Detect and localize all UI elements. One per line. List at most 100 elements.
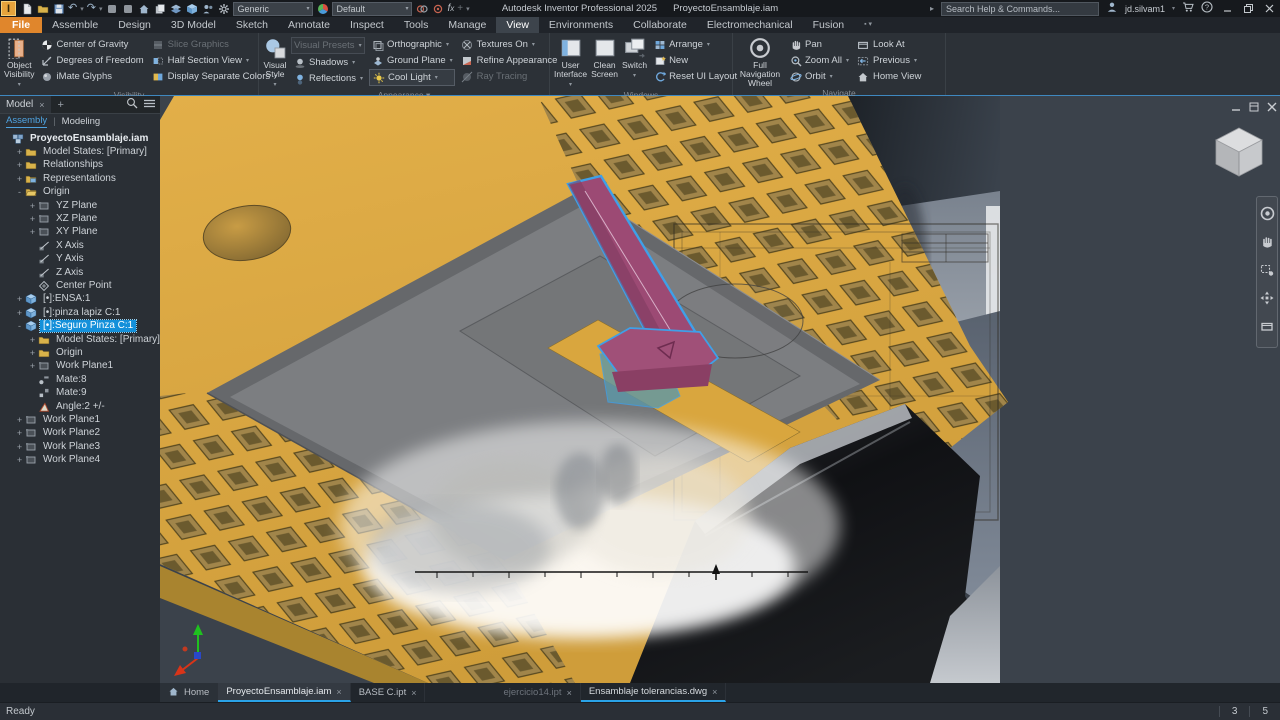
ribbon-tab-sketch[interactable]: Sketch [226, 17, 278, 33]
expand-icon[interactable]: + [28, 335, 37, 345]
ribbon-tab-design[interactable]: Design [108, 17, 161, 33]
expand-icon[interactable]: + [15, 308, 24, 318]
tree-item-z-axis[interactable]: Z Axis [0, 266, 160, 279]
collapse-icon[interactable]: - [15, 321, 24, 331]
home-view-button[interactable]: Home View [855, 69, 923, 84]
tree-item-origin[interactable]: -Origin [0, 186, 160, 199]
ground-plane-button[interactable]: Ground Plane▾ [369, 53, 455, 68]
tree-item-origin[interactable]: +Origin [0, 346, 160, 359]
tree-item-work-plane4[interactable]: +Work Plane4 [0, 453, 160, 466]
redo-icon[interactable] [121, 2, 134, 15]
ribbon-tab-annotate[interactable]: Annotate [278, 17, 340, 33]
previous-button[interactable]: Previous▾ [855, 53, 923, 68]
tree-item-work-plane2[interactable]: +Work Plane2 [0, 427, 160, 440]
expand-icon[interactable]: + [15, 147, 24, 157]
viewport-3d[interactable] [160, 96, 1280, 683]
zoom-window-icon[interactable] [1260, 263, 1274, 282]
look-at-button[interactable]: Look At [855, 37, 923, 52]
look-at-icon[interactable] [1260, 319, 1274, 338]
ribbon-tab-assemble[interactable]: Assemble [42, 17, 108, 33]
tab-close-icon[interactable]: × [567, 688, 572, 698]
tree-item-model-states-primary-[interactable]: +Model States: [Primary] [0, 333, 160, 346]
component-icon[interactable] [185, 2, 198, 15]
tree-item-yz-plane[interactable]: +YZ Plane [0, 199, 160, 212]
orbit-icon[interactable] [1260, 291, 1274, 310]
cool-light-button[interactable]: Cool Light▾ [369, 69, 455, 86]
arrange-button[interactable]: Arrange▾ [651, 37, 739, 52]
tab-close-icon[interactable]: × [336, 687, 341, 697]
object-visibility-button[interactable]: Object Visibility ▾ [4, 36, 35, 90]
ribbon-tab-environments[interactable]: Environments [539, 17, 623, 33]
nav-wheel-icon[interactable] [1260, 206, 1275, 226]
tree-item-mate-8[interactable]: Mate:8 [0, 373, 160, 386]
home-small-icon[interactable] [137, 2, 150, 15]
expand-icon[interactable]: + [15, 455, 24, 465]
pan-icon[interactable] [1260, 235, 1274, 254]
zoom-all-button[interactable]: Zoom All▾ [787, 53, 851, 68]
doc-restore-button[interactable] [1249, 99, 1259, 117]
collapse-icon[interactable]: - [15, 187, 24, 197]
tab-close-icon[interactable]: × [712, 687, 717, 697]
degrees-of-freedom-button[interactable]: Degrees of Freedom [39, 53, 146, 68]
color-wheel-icon[interactable] [316, 2, 329, 15]
ribbon-tab-file[interactable]: File [0, 17, 42, 33]
user-dropdown-icon[interactable]: ▾ [1172, 5, 1175, 12]
browser-add-tab-button[interactable]: + [51, 99, 71, 111]
tab-close-icon[interactable]: × [411, 688, 416, 698]
tree-item-x-axis[interactable]: X Axis [0, 239, 160, 252]
user-name[interactable]: jd.silvam1 [1125, 4, 1165, 14]
expand-icon[interactable]: + [15, 415, 24, 425]
undo-icon[interactable]: ↶ [68, 2, 77, 15]
layers-icon[interactable] [169, 2, 182, 15]
tree-item-y-axis[interactable]: Y Axis [0, 253, 160, 266]
material-combo[interactable]: Generic▾ [233, 2, 313, 16]
qat-customize-icon[interactable]: ▾ [466, 5, 470, 13]
orbit-button[interactable]: Orbit▾ [787, 69, 851, 84]
doc-close-button[interactable] [1267, 99, 1277, 117]
new-button[interactable]: New [651, 53, 739, 68]
restore-button[interactable] [1241, 2, 1255, 15]
expand-icon[interactable]: + [15, 160, 24, 170]
expand-icon[interactable]: + [15, 174, 24, 184]
tree-item-relationships[interactable]: +Relationships [0, 159, 160, 172]
clean-screen-button[interactable]: Clean Screen [591, 36, 618, 79]
expand-icon[interactable]: + [28, 361, 37, 371]
browser-subtab-modeling[interactable]: Modeling [62, 116, 101, 127]
tree-item-xz-plane[interactable]: +XZ Plane [0, 212, 160, 225]
browser-subtab-assembly[interactable]: Assembly [6, 115, 47, 128]
adjust-icon[interactable] [415, 2, 428, 15]
open-folder-icon[interactable] [36, 2, 49, 15]
ribbon-tab-collaborate[interactable]: Collaborate [623, 17, 697, 33]
full-navigation-wheel-button[interactable]: Full Navigation Wheel [737, 36, 783, 88]
expand-icon[interactable]: + [28, 348, 37, 358]
tree-item-proyectoensamblaje-iam[interactable]: ProyectoEnsamblaje.iam [0, 132, 160, 145]
tree-item-representations[interactable]: +Representations [0, 172, 160, 185]
save-icon[interactable] [52, 2, 65, 15]
tree-item-mate-9[interactable]: Mate:9 [0, 386, 160, 399]
undo-icon[interactable] [105, 2, 118, 15]
refine-appearance-button[interactable]: Refine Appearance [459, 53, 560, 68]
search-icon[interactable] [126, 97, 138, 112]
reset-ui-layout-button[interactable]: Reset UI Layout [651, 69, 739, 84]
gear-icon[interactable] [217, 2, 230, 15]
doc-tab-ensamblaje-tolerancias-dwg[interactable]: Ensamblaje tolerancias.dwg× [581, 683, 727, 702]
hamburger-menu-icon[interactable] [144, 99, 155, 111]
ribbon-tab-3d-model[interactable]: 3D Model [161, 17, 226, 33]
ribbon-tab-tools[interactable]: Tools [394, 17, 439, 33]
flyout-arrow-icon[interactable]: ▸ [930, 4, 934, 13]
ribbon-tab-electromechanical[interactable]: Electromechanical [697, 17, 803, 33]
tree-item-work-plane3[interactable]: +Work Plane3 [0, 440, 160, 453]
adjust2-icon[interactable] [431, 2, 444, 15]
pan-button[interactable]: Pan [787, 37, 851, 52]
orthographic-button[interactable]: Orthographic▾ [369, 37, 455, 52]
tree-item-center-point[interactable]: Center Point [0, 279, 160, 292]
redo-icon[interactable]: ↷ [87, 2, 96, 15]
help-icon[interactable]: ? [1201, 1, 1213, 16]
parameters-fx-icon[interactable]: fx [447, 3, 454, 14]
view-cube[interactable] [1210, 124, 1268, 187]
close-button[interactable] [1262, 2, 1276, 15]
expand-icon[interactable]: + [15, 294, 24, 304]
textures-on-button[interactable]: Textures On▾ [459, 37, 560, 52]
switch-button[interactable]: Switch ▾ [622, 36, 647, 81]
tree-item--ensa-1[interactable]: +[•]:ENSA:1 [0, 293, 160, 306]
